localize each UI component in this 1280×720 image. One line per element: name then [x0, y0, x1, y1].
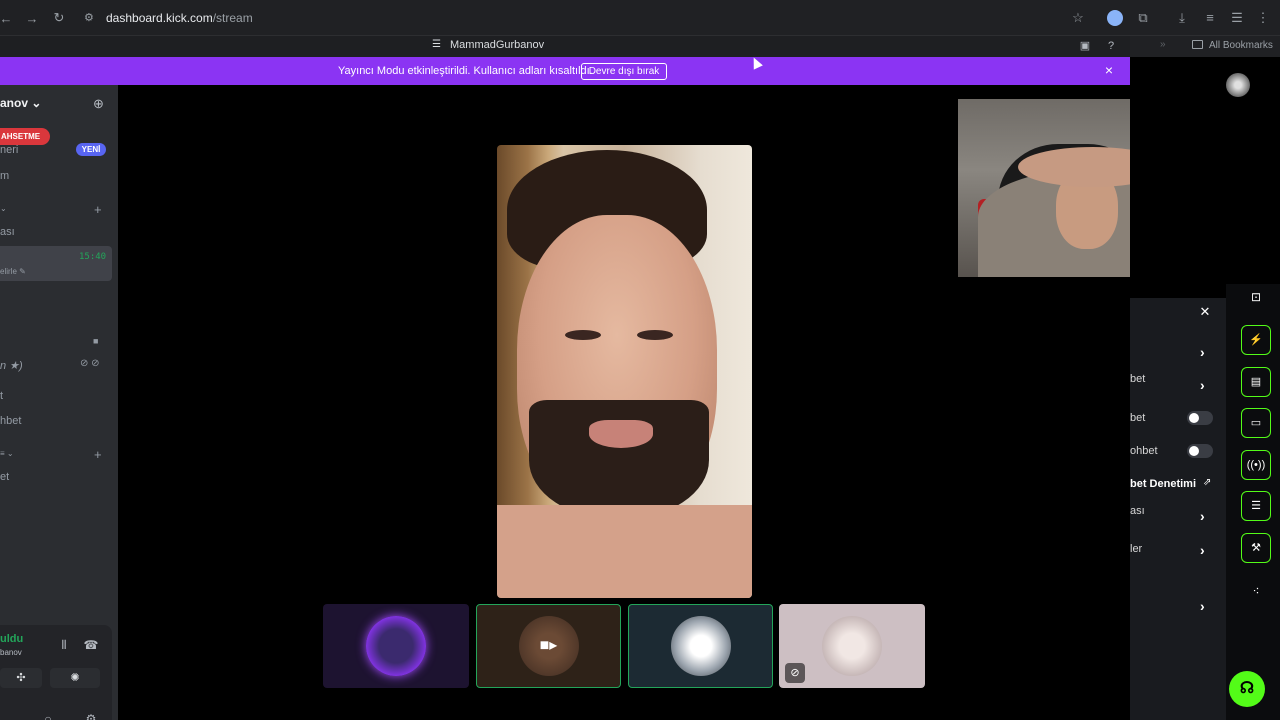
notes-icon[interactable]: ▤ — [1241, 367, 1271, 397]
window-title: MammadGurbanov — [450, 39, 545, 51]
chevron-right-icon[interactable]: › — [1200, 344, 1205, 360]
back-icon[interactable]: ← — [0, 0, 16, 36]
settings-row: ohbet — [1130, 445, 1158, 457]
video-eye — [637, 330, 673, 340]
chevron-right-icon[interactable]: › — [1200, 598, 1205, 614]
channel-topic[interactable]: elirle ✎ — [0, 267, 26, 276]
activities-button[interactable]: ✣ — [0, 668, 42, 688]
streamer-mode-banner: Yayıncı Modu etkinleştirildi. Kullanıcı … — [0, 57, 1130, 85]
browser-toolbar: ← → ↻ ⚙ dashboard.kick.com/stream ☆ ⧉ ⤓ … — [0, 0, 1280, 36]
inbox-icon[interactable]: ▣ — [1078, 39, 1092, 53]
channel-time: 15:40 — [79, 252, 107, 262]
connections-icon[interactable]: ⁖ — [1248, 583, 1264, 599]
url-host: dashboard.kick.com — [106, 11, 213, 25]
profile-avatar[interactable] — [1107, 10, 1123, 26]
toggle-switch[interactable] — [1187, 411, 1213, 425]
category-header[interactable]: ≡ ⌄ — [0, 449, 14, 458]
category-chevron-icon[interactable]: ⌄ — [0, 204, 7, 213]
server-name[interactable]: anov ⌄ — [0, 96, 41, 110]
voice-channel-name[interactable]: banov — [0, 648, 22, 657]
quick-actions-icon[interactable]: ⚡ — [1241, 325, 1271, 355]
main-video-feed[interactable] — [497, 145, 752, 598]
overflow-chevron-icon[interactable]: » — [1160, 39, 1166, 50]
screen-capture-icon[interactable]: ⊡ — [1248, 289, 1264, 305]
settings-gear-icon[interactable]: ⚙ — [83, 711, 99, 720]
address-bar[interactable]: dashboard.kick.com/stream — [106, 11, 253, 25]
participant-tile[interactable]: ⊘ — [779, 604, 925, 688]
panel-close-icon[interactable]: ✕ — [1198, 305, 1212, 319]
download-icon[interactable]: ⤓ — [1174, 10, 1190, 26]
banner-text: Yayıncı Modu etkinleştirildi. Kullanıcı … — [338, 65, 593, 77]
site-info-icon[interactable]: ⚙ — [84, 11, 98, 25]
mic-icon[interactable]: ⌄ — [16, 711, 32, 720]
video-hidden-icon[interactable]: ⊘ — [785, 663, 805, 683]
channel-item[interactable]: neri — [0, 144, 18, 156]
chevron-right-icon[interactable]: › — [1200, 508, 1205, 524]
wrench-icon[interactable]: ⚒ — [1241, 533, 1271, 563]
bookmarks-bar: » All Bookmarks — [1130, 36, 1280, 57]
chat-icon[interactable]: ▭ — [1241, 408, 1271, 438]
kick-user-avatar[interactable] — [1226, 73, 1250, 97]
discord-server-icon: ☰ — [432, 39, 441, 50]
live-event-badge[interactable]: AHSETME — [0, 128, 50, 145]
video-mouth — [589, 420, 653, 448]
participant-tile[interactable] — [628, 604, 773, 688]
video-icon: ■ — [93, 336, 99, 346]
participant-avatar — [822, 616, 882, 676]
forward-icon[interactable]: → — [22, 0, 42, 36]
moderation-link[interactable]: bet Denetimi — [1130, 478, 1196, 490]
disable-streamer-mode-button[interactable]: Devre dışı bırak — [581, 63, 667, 80]
reading-list-icon[interactable]: ≡ — [1202, 10, 1218, 26]
settings-row[interactable]: ler — [1130, 543, 1142, 555]
browser-menu-icon[interactable]: ⋮ — [1255, 10, 1271, 26]
folder-icon — [1192, 40, 1203, 49]
add-channel-icon[interactable]: + — [94, 202, 102, 217]
chevron-right-icon[interactable]: › — [1200, 377, 1205, 393]
participant-avatar — [366, 616, 426, 676]
close-icon[interactable]: × — [1102, 63, 1116, 77]
help-icon[interactable]: ? — [1104, 39, 1118, 53]
discord-titlebar: ☰ MammadGurbanov ▣ ? — [0, 36, 1130, 57]
url-path: /stream — [212, 11, 253, 25]
participant-avatar — [670, 616, 731, 676]
channel-item[interactable]: ası — [0, 226, 15, 238]
reload-icon[interactable]: ↻ — [49, 0, 69, 36]
voice-status[interactable]: uldu — [0, 633, 23, 645]
channel-item[interactable]: t — [0, 390, 3, 402]
kick-dashboard-panel: ✕ › bet › bet ohbet bet Denetimi ⇗ ası ›… — [1130, 57, 1280, 720]
video-eye — [565, 330, 601, 340]
new-badge: YENİ — [76, 143, 106, 156]
noise-suppression-icon[interactable]: ⦀ — [56, 637, 72, 653]
channel-item[interactable]: et — [0, 471, 9, 483]
participant-tile[interactable] — [323, 604, 469, 688]
settings-row[interactable]: bet — [1130, 373, 1145, 385]
add-channel-icon[interactable]: + — [94, 447, 102, 462]
channel-item[interactable]: m — [0, 170, 9, 182]
extensions-icon[interactable]: ⧉ — [1135, 10, 1151, 26]
disconnect-icon[interactable]: ☎ — [83, 637, 99, 653]
video-chest — [497, 505, 752, 598]
headset-icon[interactable]: ○ — [40, 711, 56, 720]
participant-tile[interactable]: ■▸ — [476, 604, 621, 688]
toggle-switch[interactable] — [1187, 444, 1213, 458]
muted-icons: ⊘ ⊘ — [80, 358, 100, 369]
camera-icon: ■▸ — [539, 637, 558, 654]
settings-row: bet — [1130, 412, 1146, 424]
bookmark-star-icon[interactable]: ☆ — [1070, 10, 1086, 26]
external-link-icon[interactable]: ⇗ — [1203, 477, 1211, 488]
voice-user[interactable]: n ★) — [0, 359, 23, 372]
invite-user-icon[interactable]: ⊕ — [93, 96, 109, 112]
channel-item[interactable]: hbet — [0, 415, 21, 427]
voice-connection-panel: uldu banov ⦀ ☎ ✣ ✺ ⌄ ○ ⚙ — [0, 625, 112, 720]
chevron-right-icon[interactable]: › — [1200, 542, 1205, 558]
soundboard-button[interactable]: ✺ — [50, 668, 100, 688]
video-beard — [529, 400, 709, 520]
kick-extension-icon[interactable]: ☰ — [1229, 10, 1245, 26]
support-icon[interactable]: ☊ — [1229, 671, 1265, 707]
all-bookmarks[interactable]: All Bookmarks — [1209, 40, 1273, 51]
settings-row[interactable]: ası — [1130, 505, 1145, 517]
broadcast-icon[interactable]: ((•)) — [1241, 450, 1271, 480]
layout-icon[interactable]: ☰ — [1241, 491, 1271, 521]
